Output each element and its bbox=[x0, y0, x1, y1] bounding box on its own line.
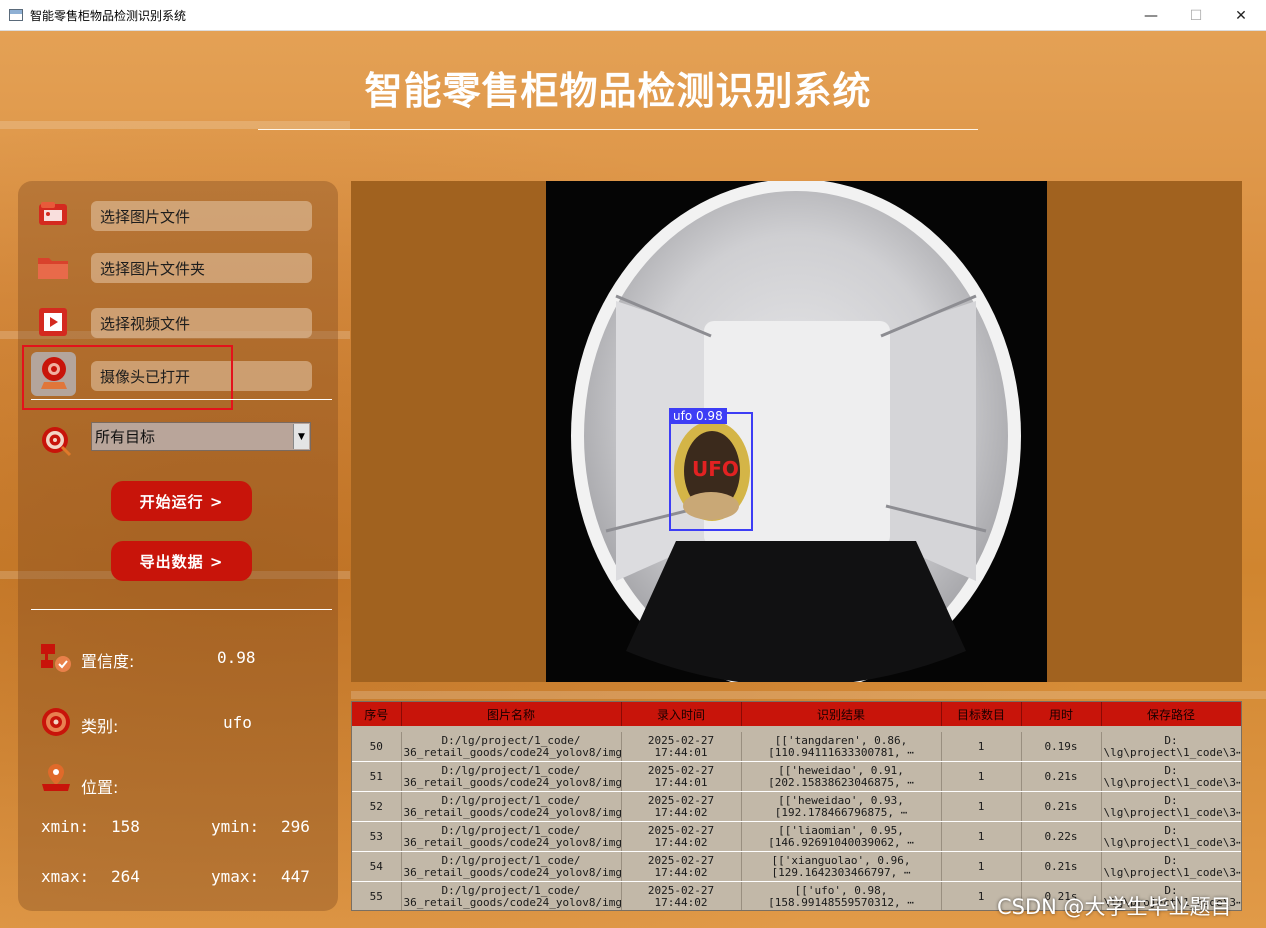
position-label: 位置: bbox=[81, 778, 119, 797]
cell-path: D: \lg\project\1_code\3⋯ bbox=[1101, 791, 1241, 822]
table-header-row: 序号 图片名称 录入时间 识别结果 目标数目 用时 保存路径 bbox=[352, 702, 1241, 726]
red-highlight-box bbox=[22, 345, 233, 410]
cell-id: 51 bbox=[352, 761, 402, 792]
col-header-count[interactable]: 目标数目 bbox=[941, 702, 1022, 726]
results-table[interactable]: 序号 图片名称 录入时间 识别结果 目标数目 用时 保存路径 50 D:/lg/… bbox=[351, 701, 1242, 911]
cell-result: [['tangdaren', 0.86, [110.94111633300781,… bbox=[741, 732, 942, 762]
cell-path: D: \lg\project\1_code\3⋯ bbox=[1101, 851, 1241, 882]
col-header-duration[interactable]: 用时 bbox=[1021, 702, 1102, 726]
cell-count: 1 bbox=[941, 791, 1022, 822]
video-file-icon bbox=[39, 308, 67, 336]
cell-time: 2025-02-27 17:44:02 bbox=[621, 791, 742, 822]
image-file-icon bbox=[39, 202, 67, 225]
cell-name: D:/lg/project/1_code/36_retail_goods/cod… bbox=[401, 761, 622, 792]
title-underline bbox=[258, 129, 978, 130]
bg-shelf bbox=[351, 691, 1266, 699]
select-image-button[interactable]: 选择图片文件 bbox=[91, 201, 312, 231]
cell-id: 52 bbox=[352, 791, 402, 822]
minimize-button[interactable]: — bbox=[1128, 0, 1174, 31]
cell-name: D:/lg/project/1_code/36_retail_goods/cod… bbox=[401, 791, 622, 822]
xmax-value: 264 bbox=[111, 867, 140, 886]
cell-duration: 0.22s bbox=[1021, 821, 1102, 852]
cell-time: 2025-02-27 17:44:02 bbox=[621, 821, 742, 852]
page-title: 智能零售柜物品检测识别系统 bbox=[364, 69, 872, 113]
cell-duration: 0.21s bbox=[1021, 761, 1102, 792]
panel-divider bbox=[31, 399, 332, 400]
camera-frame: UFO bbox=[546, 181, 1047, 682]
ymin-value: 296 bbox=[281, 817, 310, 836]
cell-count: 1 bbox=[941, 761, 1022, 792]
cell-duration: 0.21s bbox=[1021, 791, 1102, 822]
target-select[interactable]: 所有目标 ▼ bbox=[91, 422, 311, 451]
select-video-button[interactable]: 选择视频文件 bbox=[91, 308, 312, 338]
col-header-time[interactable]: 录入时间 bbox=[621, 702, 742, 726]
bg-shelf bbox=[0, 121, 350, 129]
close-button[interactable]: ✕ bbox=[1218, 0, 1264, 31]
detection-box bbox=[669, 412, 753, 531]
class-value: ufo bbox=[223, 713, 252, 732]
cell-time: 2025-02-27 17:44:01 bbox=[621, 732, 742, 762]
cell-name: D:/lg/project/1_code/36_retail_goods/cod… bbox=[401, 821, 622, 852]
table-row[interactable]: 52 D:/lg/project/1_code/36_retail_goods/… bbox=[352, 791, 1241, 822]
xmin-label: xmin: bbox=[41, 817, 90, 836]
start-run-button[interactable]: 开始运行 > bbox=[111, 481, 252, 521]
cell-time: 2025-02-27 17:44:01 bbox=[621, 761, 742, 792]
window-titlebar: 智能零售柜物品检测识别系统 — ☐ ✕ bbox=[0, 0, 1266, 31]
table-row[interactable]: 54 D:/lg/project/1_code/36_retail_goods/… bbox=[352, 851, 1241, 882]
confidence-label: 置信度: bbox=[81, 652, 135, 671]
cell-id: 55 bbox=[352, 881, 402, 910]
ymax-label: ymax: bbox=[211, 867, 260, 886]
cell-duration: 0.21s bbox=[1021, 851, 1102, 882]
ymax-value: 447 bbox=[281, 867, 310, 886]
confidence-value: 0.98 bbox=[217, 648, 256, 667]
detection-label: ufo 0.98 bbox=[669, 408, 727, 424]
cell-result: [['xianguolao', 0.96, [129.1642303466797,… bbox=[741, 851, 942, 882]
watermark: CSDN @大学生毕业题目 bbox=[997, 895, 1232, 919]
cell-id: 50 bbox=[352, 732, 402, 762]
cell-result: [['heweidao', 0.93, [192.178466796875, ⋯ bbox=[741, 791, 942, 822]
cell-count: 1 bbox=[941, 821, 1022, 852]
cell-result: [['heweidao', 0.91, [202.15838623046875, … bbox=[741, 761, 942, 792]
col-header-id[interactable]: 序号 bbox=[352, 702, 402, 726]
table-row[interactable]: 51 D:/lg/project/1_code/36_retail_goods/… bbox=[352, 761, 1241, 792]
cell-count: 1 bbox=[941, 851, 1022, 882]
cell-duration: 0.19s bbox=[1021, 732, 1102, 762]
cell-path: D: \lg\project\1_code\3⋯ bbox=[1101, 821, 1241, 852]
location-pin-icon bbox=[42, 764, 70, 791]
target-icon bbox=[42, 427, 72, 457]
cell-name: D:/lg/project/1_code/36_retail_goods/cod… bbox=[401, 881, 622, 910]
cell-name: D:/lg/project/1_code/36_retail_goods/cod… bbox=[401, 732, 622, 762]
app-icon bbox=[9, 9, 23, 21]
cell-id: 53 bbox=[352, 821, 402, 852]
window-title: 智能零售柜物品检测识别系统 bbox=[30, 8, 187, 23]
xmin-value: 158 bbox=[111, 817, 140, 836]
confidence-icon bbox=[41, 644, 71, 672]
ymin-label: ymin: bbox=[211, 817, 260, 836]
cell-path: D: \lg\project\1_code\3⋯ bbox=[1101, 761, 1241, 792]
cell-result: [['ufo', 0.98, [158.99148559570312, ⋯ bbox=[741, 881, 942, 910]
target-select-value: 所有目标 bbox=[95, 428, 156, 446]
cell-path: D: \lg\project\1_code\3⋯ bbox=[1101, 732, 1241, 762]
maximize-button[interactable]: ☐ bbox=[1173, 0, 1219, 31]
cell-id: 54 bbox=[352, 851, 402, 882]
panel-divider bbox=[31, 609, 332, 610]
table-row[interactable]: 53 D:/lg/project/1_code/36_retail_goods/… bbox=[352, 821, 1241, 852]
folder-icon bbox=[38, 258, 68, 279]
select-folder-button[interactable]: 选择图片文件夹 bbox=[91, 253, 312, 283]
table-row[interactable]: 50 D:/lg/project/1_code/36_retail_goods/… bbox=[352, 732, 1241, 762]
cell-count: 1 bbox=[941, 732, 1022, 762]
cell-name: D:/lg/project/1_code/36_retail_goods/cod… bbox=[401, 851, 622, 882]
col-header-result[interactable]: 识别结果 bbox=[741, 702, 942, 726]
fisheye-cabinet-image: UFO bbox=[571, 181, 1021, 682]
col-header-name[interactable]: 图片名称 bbox=[401, 702, 622, 726]
class-label: 类别: bbox=[81, 717, 119, 736]
chevron-down-icon[interactable]: ▼ bbox=[293, 424, 309, 449]
cell-time: 2025-02-27 17:44:02 bbox=[621, 881, 742, 910]
col-header-path[interactable]: 保存路径 bbox=[1101, 702, 1241, 726]
class-icon bbox=[42, 708, 70, 736]
cell-result: [['liaomian', 0.95, [146.92691040039062, … bbox=[741, 821, 942, 852]
cell-time: 2025-02-27 17:44:02 bbox=[621, 851, 742, 882]
export-data-button[interactable]: 导出数据 > bbox=[111, 541, 252, 581]
xmax-label: xmax: bbox=[41, 867, 90, 886]
